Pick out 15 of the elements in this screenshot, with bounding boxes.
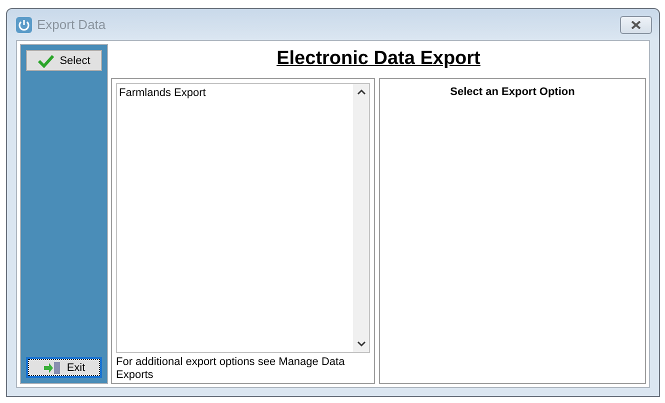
- close-button[interactable]: [620, 16, 652, 34]
- power-icon: [16, 16, 32, 32]
- window-title: Export Data: [37, 17, 107, 32]
- list-item[interactable]: Farmlands Export: [119, 86, 351, 100]
- exit-button[interactable]: Exit: [26, 357, 102, 378]
- scroll-up-icon[interactable]: [356, 89, 366, 95]
- checkmark-icon: [38, 54, 54, 68]
- select-button[interactable]: Select: [26, 50, 102, 71]
- page-heading: Electronic Data Export: [276, 48, 482, 70]
- door-exit-icon: [42, 360, 61, 374]
- close-icon: [631, 20, 641, 28]
- scroll-down-icon[interactable]: [356, 341, 366, 347]
- note-text: For additional export options see Manage Data Exports: [116, 355, 346, 383]
- scrollbar[interactable]: [353, 84, 369, 352]
- panel-title: Select an Export Option: [449, 86, 576, 98]
